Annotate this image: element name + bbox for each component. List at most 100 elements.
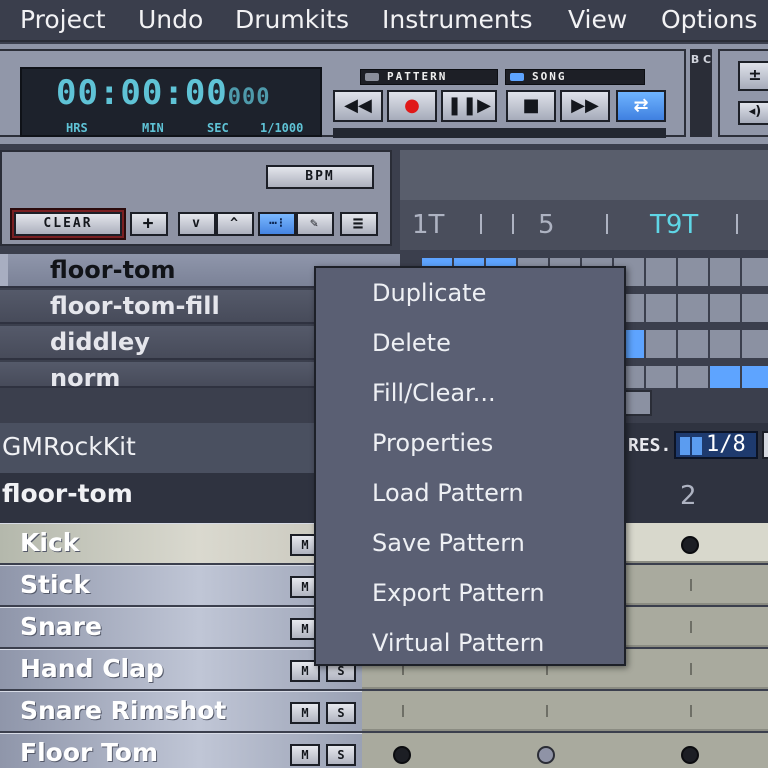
note[interactable]	[681, 536, 699, 554]
instrument-row[interactable]: Floor Tom M S	[0, 733, 768, 768]
speaker-icon[interactable]: ◂)	[738, 101, 768, 125]
mode-pattern-led	[365, 73, 379, 81]
pencil-icon: ✎	[310, 216, 320, 231]
song-cell[interactable]	[742, 330, 768, 358]
clear-button-frame: CLEAR	[10, 208, 126, 240]
ctx-fill-clear[interactable]: Fill/Clear...	[316, 368, 624, 418]
add-pattern-button[interactable]: +	[130, 212, 168, 236]
grid-tick	[402, 705, 404, 717]
rewind-button[interactable]: ◀◀	[333, 90, 383, 122]
instrument-name: Stick	[20, 570, 90, 599]
instrument-label-cell[interactable]: Floor Tom M S	[0, 733, 362, 768]
song-cell[interactable]	[646, 330, 676, 358]
ruler-tick	[606, 214, 608, 234]
current-pattern-name: floor-tom	[2, 479, 133, 508]
ctx-load-pattern[interactable]: Load Pattern	[316, 468, 624, 518]
mode-song-toggle[interactable]: SONG	[505, 69, 645, 85]
bpm-button[interactable]: BPM	[266, 165, 374, 189]
menu-view[interactable]: View	[568, 4, 627, 36]
transport-scroll-strip	[333, 128, 666, 138]
song-cell[interactable]	[710, 294, 740, 322]
menu-bar: Project Undo Drumkits Instruments View O…	[0, 0, 768, 42]
instrument-name: Snare Rimshot	[20, 696, 227, 725]
song-cell[interactable]	[678, 258, 708, 286]
instrument-label-cell[interactable]: Hand Clap M S	[0, 649, 362, 689]
song-cell[interactable]	[710, 330, 740, 358]
note[interactable]	[537, 746, 555, 764]
stop-button[interactable]: ■	[506, 90, 556, 122]
instrument-label-cell[interactable]: SnareMS	[0, 607, 362, 647]
song-cell[interactable]	[742, 294, 768, 322]
resolution-selector[interactable]: 1/8	[674, 431, 758, 459]
ctx-save-pattern[interactable]: Save Pattern	[316, 518, 624, 568]
resolution-segment	[680, 437, 690, 455]
menu-undo[interactable]: Undo	[138, 4, 203, 36]
bc-indicator: B C	[690, 49, 712, 137]
pattern-list-toolbar: BPM CLEAR + v ^ ⋯⁝ ✎ ≡	[0, 150, 392, 246]
transport-panel: 00:00:00000 HRS MIN SEC 1/1000 PATTERN S…	[0, 44, 768, 144]
loop-button[interactable]: ⇄	[616, 90, 666, 122]
grid-tick	[690, 579, 692, 591]
select-tool-button[interactable]: ⋯⁝	[258, 212, 296, 236]
ruler-mark-1-text: 1T	[412, 210, 445, 240]
instrument-row[interactable]: Snare Rimshot M S	[0, 691, 768, 733]
instrument-label-cell[interactable]: StickMS	[0, 565, 362, 605]
song-cell[interactable]	[710, 258, 740, 286]
menu-instruments[interactable]: Instruments	[382, 4, 533, 36]
resolution-arrow-button[interactable]	[762, 431, 768, 459]
grid-tick	[690, 663, 692, 675]
song-cell[interactable]	[646, 258, 676, 286]
menu-project[interactable]: Project	[20, 4, 106, 36]
clear-button[interactable]: CLEAR	[14, 212, 122, 236]
grid-tick	[546, 705, 548, 717]
song-cell[interactable]	[678, 330, 708, 358]
fast-forward-button[interactable]: ▶▶	[560, 90, 610, 122]
instrument-label-cell[interactable]: Snare Rimshot M S	[0, 691, 362, 731]
ctx-delete[interactable]: Delete	[316, 318, 624, 368]
plus-minus-button[interactable]: ±	[738, 61, 768, 91]
pattern-row-label: floor-tom-fill	[50, 292, 220, 320]
song-ruler[interactable]: 1T 5 T9T	[400, 200, 768, 250]
mode-song-led	[510, 73, 524, 81]
transport-right-panel: ± ◂)	[718, 49, 768, 137]
record-button[interactable]: ●	[387, 90, 437, 122]
mode-pattern-toggle[interactable]: PATTERN	[360, 69, 498, 85]
solo-button[interactable]: S	[326, 702, 356, 724]
time-display-digits: 00:00:00000	[56, 73, 271, 113]
song-scroll-handle[interactable]	[624, 390, 652, 416]
pattern-row-label: floor-tom	[50, 256, 176, 284]
pattern-list-menu-button[interactable]: ≡	[340, 212, 378, 236]
resolution-label: RES.	[628, 435, 672, 456]
ruler-mark-5: 5	[538, 210, 555, 240]
song-cell[interactable]	[742, 258, 768, 286]
pattern-row-label: diddley	[50, 328, 150, 356]
move-up-button[interactable]: ^	[216, 212, 254, 236]
note[interactable]	[681, 746, 699, 764]
mute-button[interactable]: M	[290, 744, 320, 766]
song-cell[interactable]	[678, 294, 708, 322]
instrument-note-grid[interactable]	[362, 691, 768, 731]
ruler-mark-1: 1T	[412, 210, 444, 240]
note[interactable]	[393, 746, 411, 764]
solo-button[interactable]: S	[326, 744, 356, 766]
time-ms: 000	[227, 85, 271, 110]
ctx-properties[interactable]: Properties	[316, 418, 624, 468]
mode-song-label: SONG	[532, 70, 567, 83]
instrument-note-grid[interactable]	[362, 733, 768, 768]
ctx-duplicate[interactable]: Duplicate	[316, 268, 624, 318]
instrument-name: Snare	[20, 612, 102, 641]
ctx-export-pattern[interactable]: Export Pattern	[316, 568, 624, 618]
instrument-name: Kick	[20, 528, 80, 557]
ruler-mark-9: T9T	[650, 210, 699, 240]
instrument-label-cell[interactable]: KickMS	[0, 523, 362, 563]
song-cell[interactable]	[646, 294, 676, 322]
drumkit-name[interactable]: GMRockKit	[0, 423, 330, 473]
ctx-virtual-pattern[interactable]: Virtual Pattern	[316, 618, 624, 668]
mute-button[interactable]: M	[290, 702, 320, 724]
move-down-button[interactable]: v	[178, 212, 216, 236]
pattern-context-menu: Duplicate Delete Fill/Clear... Propertie…	[314, 266, 626, 666]
play-pause-button[interactable]: ❚❚▶	[441, 90, 497, 122]
draw-tool-button[interactable]: ✎	[296, 212, 334, 236]
menu-drumkits[interactable]: Drumkits	[235, 4, 349, 36]
menu-options[interactable]: Options	[661, 4, 757, 36]
